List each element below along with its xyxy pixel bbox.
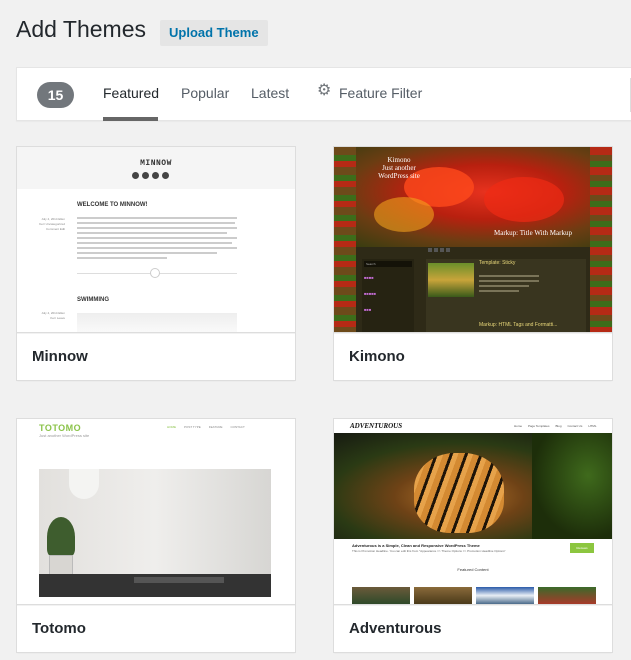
theme-card-minnow[interactable]: MINNOW WELCOME TO MINNOW! July 4, 2014 E… [16, 146, 296, 381]
theme-screenshot[interactable]: MINNOW WELCOME TO MINNOW! July 4, 2014 E… [17, 147, 295, 332]
preview-tagline: Just another WordPress site [39, 433, 90, 438]
preview-slide-caption: Markup: Title With Markup [494, 229, 572, 237]
theme-screenshot[interactable]: Kimono Just another WordPress site Marku… [334, 147, 612, 332]
preview-post-meta-2: July 4, 2014 Ellen Kerr Leave [41, 311, 65, 320]
theme-count-badge: 15 [37, 82, 74, 108]
preview-featured-thumbs [352, 587, 596, 604]
preview-social-icons [132, 172, 169, 179]
theme-name: Totomo [32, 620, 86, 637]
theme-name-bar: Kimono [334, 332, 612, 380]
theme-name: Kimono [349, 348, 405, 365]
preview-button: Reviews [570, 543, 594, 553]
theme-card-kimono[interactable]: Kimono Just another WordPress site Marku… [333, 146, 613, 381]
preview-search: Search [364, 261, 412, 267]
preview-site-title: TOTOMO [39, 423, 82, 433]
preview-section-title: SWIMMING [77, 297, 109, 303]
tab-popular[interactable]: Popular [181, 85, 229, 101]
preview-nav: Home Page Templates Blog Contact Us HTML [514, 424, 597, 428]
upload-theme-button[interactable]: Upload Theme [160, 20, 268, 46]
preview-site-title: MINNOW [140, 159, 172, 168]
theme-name: Adventurous [349, 620, 442, 637]
active-tab-indicator [103, 117, 158, 121]
theme-screenshot[interactable]: TOTOMO Just another WordPress site HOME … [17, 419, 295, 604]
preview-header: MINNOW [17, 147, 295, 189]
theme-filter-bar: 15 Featured Popular Latest ⚙ Feature Fil… [16, 67, 631, 121]
preview-post-title: WELCOME TO MINNOW! [77, 202, 148, 208]
preview-site-title: Kimono Just another WordPress site [378, 156, 420, 180]
theme-screenshot[interactable]: ADVENTUROUS Home Page Templates Blog Con… [334, 419, 612, 604]
theme-name-bar: Minnow [17, 332, 295, 380]
gear-icon[interactable]: ⚙ [317, 83, 333, 99]
preview-headline: Adventurous is a Simple, Clean and Respo… [352, 543, 480, 548]
preview-nav: HOME POST TYPE FEATURE CONTACT [167, 425, 245, 429]
page-title: Add Themes [16, 16, 146, 42]
theme-name-bar: Totomo [17, 604, 295, 652]
theme-name-bar: Adventurous [334, 604, 612, 652]
preview-featured-title: Featured Content [457, 567, 489, 572]
preview-post-title-2: Markup: HTML Tags and Formatti... [479, 322, 558, 328]
theme-name: Minnow [32, 348, 88, 365]
preview-subline: This is Promotion Headline. You can edit… [352, 549, 506, 553]
preview-post-title: Template: Sticky [479, 260, 516, 266]
theme-card-totomo[interactable]: TOTOMO Just another WordPress site HOME … [16, 418, 296, 653]
preview-site-title: ADVENTUROUS [350, 422, 403, 430]
preview-post-meta: July 4, 2014 Ellen Kerr Uncategorized Co… [39, 217, 65, 231]
feature-filter-button[interactable]: Feature Filter [339, 85, 422, 101]
theme-card-adventurous[interactable]: ADVENTUROUS Home Page Templates Blog Con… [333, 418, 613, 653]
tab-featured[interactable]: Featured [103, 85, 159, 101]
preview-hero-image [39, 469, 271, 597]
preview-hero-image [334, 433, 612, 539]
tab-latest[interactable]: Latest [251, 85, 289, 101]
